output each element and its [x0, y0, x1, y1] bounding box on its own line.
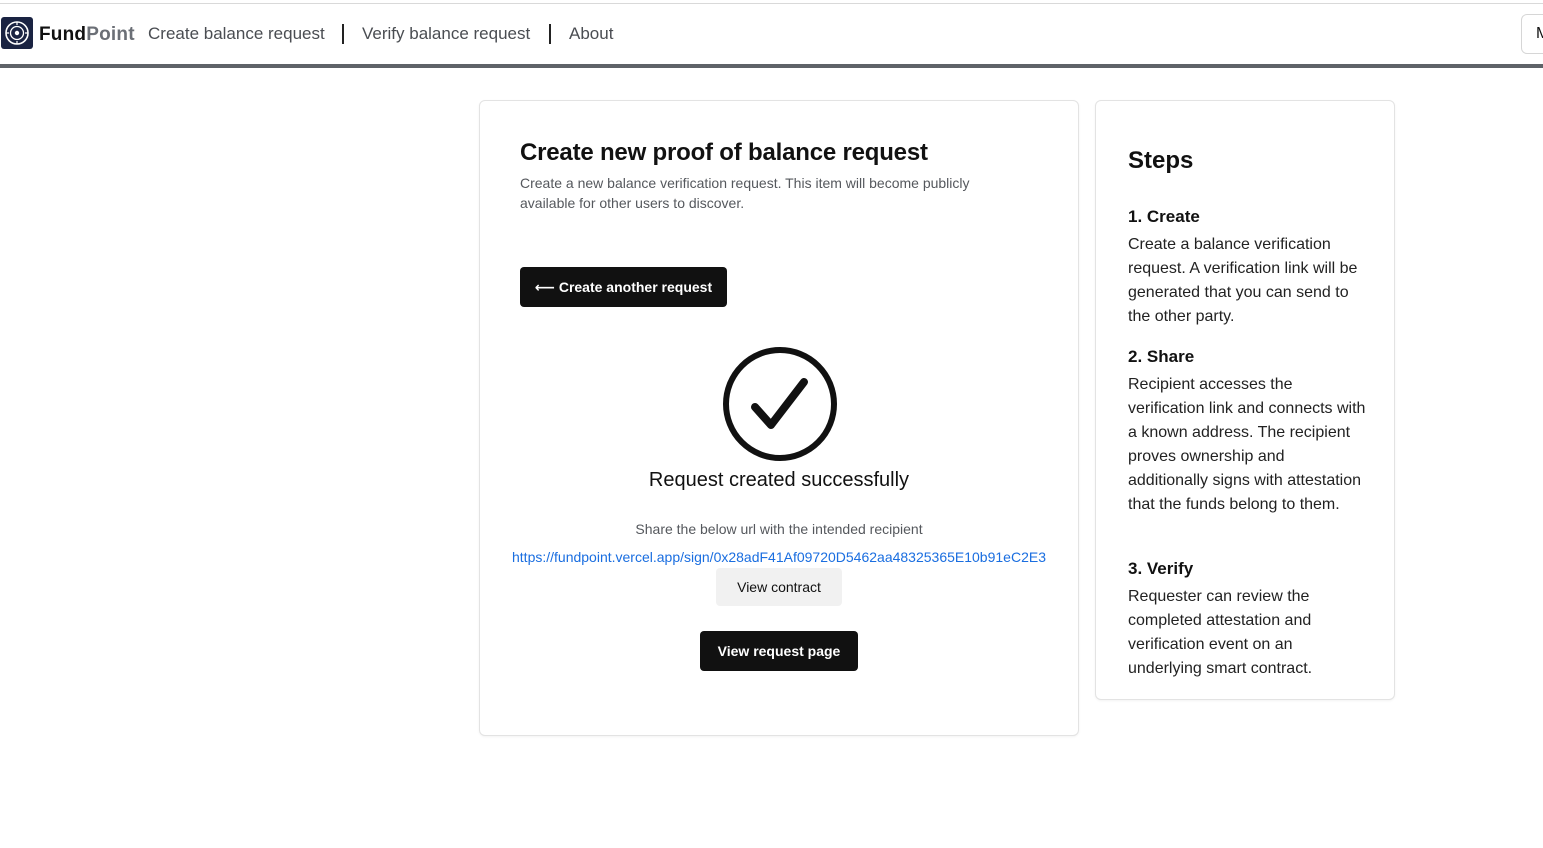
brand-name[interactable]: FundPoint [39, 24, 135, 46]
step-create: 1. Create Create a balance verification … [1128, 206, 1368, 329]
step-verify: 3. Verify Requester can review the compl… [1128, 558, 1368, 681]
step-heading: 2. Share [1128, 347, 1195, 366]
step-heading: 1. Create [1128, 207, 1200, 226]
step-share: 2. Share Recipient accesses the verifica… [1128, 346, 1368, 517]
check-circle-icon [722, 346, 838, 462]
share-url-link[interactable]: https://fundpoint.vercel.app/sign/0x28ad… [480, 549, 1078, 565]
page-description: Create a new balance verification reques… [520, 175, 970, 211]
top-navbar: FundPoint Create balance request Verify … [0, 4, 1543, 65]
nav-link-verify-balance-request[interactable]: Verify balance request [362, 24, 530, 44]
nav-link-create-balance-request[interactable]: Create balance request [148, 24, 325, 44]
create-request-card: Create new proof of balance request Crea… [479, 100, 1079, 736]
fundpoint-logo-icon[interactable] [1, 17, 33, 49]
navbar-divider [0, 64, 1543, 68]
steps-title: Steps [1128, 147, 1194, 174]
create-another-request-button[interactable]: ⟵ Create another request [520, 267, 727, 307]
step-body: Requester can review the completed attes… [1128, 588, 1313, 677]
steps-card: Steps 1. Create Create a balance verific… [1095, 100, 1395, 700]
nav-link-about[interactable]: About [569, 24, 613, 44]
share-hint: Share the below url with the intended re… [635, 521, 923, 537]
page-title: Create new proof of balance request [520, 139, 928, 166]
view-contract-button[interactable]: View contract [716, 568, 842, 606]
brand-name-part1: Fund [39, 24, 87, 45]
success-message: Request created successfully [648, 469, 910, 491]
step-body: Recipient accesses the verification link… [1128, 376, 1366, 513]
wallet-menu-button[interactable]: M [1521, 14, 1543, 54]
nav-separator [549, 24, 551, 44]
step-body: Create a balance verification request. A… [1128, 236, 1358, 325]
step-heading: 3. Verify [1128, 559, 1194, 578]
view-request-page-button[interactable]: View request page [700, 631, 858, 671]
brand-name-part2: Point [86, 24, 135, 45]
nav-separator [342, 24, 344, 44]
